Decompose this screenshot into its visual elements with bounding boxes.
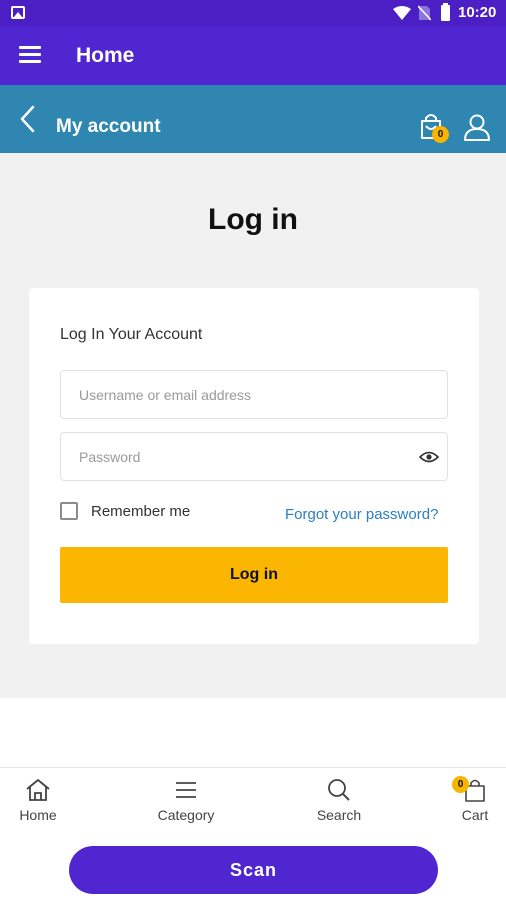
image-notification-icon <box>11 6 25 19</box>
nav-cart-badge: 0 <box>452 776 469 793</box>
status-time: 10:20 <box>458 4 497 21</box>
login-card: Log In Your Account Remember me Forgot y… <box>29 288 479 644</box>
login-card-heading: Log In Your Account <box>60 326 203 343</box>
nav-label-category: Category <box>157 807 215 823</box>
login-button[interactable]: Log in <box>60 547 448 603</box>
home-icon <box>26 779 50 801</box>
page-title: Log in <box>208 203 298 236</box>
app-bar-title: Home <box>76 44 135 67</box>
nav-item-search[interactable]: Search <box>308 778 370 823</box>
status-bar: 10:20 <box>0 0 506 26</box>
user-icon[interactable] <box>463 113 491 141</box>
nav-label-search: Search <box>316 807 362 823</box>
app-bar: Home <box>0 26 506 85</box>
search-icon <box>328 779 350 801</box>
password-input[interactable] <box>60 432 448 481</box>
account-header: My account 0 <box>0 85 506 153</box>
forgot-password-link[interactable]: Forgot your password? <box>285 506 438 523</box>
nav-item-home[interactable]: Home <box>8 778 68 823</box>
remember-me-label: Remember me <box>91 503 191 520</box>
battery-icon <box>441 3 450 21</box>
scan-button[interactable]: Scan <box>69 846 438 894</box>
page-header-title: My account <box>56 116 161 137</box>
hamburger-menu-icon[interactable] <box>19 46 41 64</box>
eye-icon[interactable] <box>419 451 439 463</box>
menu-lines-icon <box>176 782 196 798</box>
remember-me-checkbox[interactable] <box>60 502 78 520</box>
nav-label-cart: Cart <box>461 807 489 823</box>
no-sim-icon <box>418 5 431 21</box>
username-input[interactable] <box>60 370 448 419</box>
header-cart-badge: 0 <box>432 126 449 143</box>
nav-item-category[interactable]: Category <box>148 778 224 823</box>
header-cart-button[interactable]: 0 <box>418 112 449 143</box>
nav-label-home: Home <box>19 807 57 823</box>
wifi-icon <box>393 6 411 20</box>
nav-item-cart[interactable]: 0 Cart <box>450 776 500 823</box>
bottom-navigation: Home Category Search 0 Cart Scan <box>0 767 506 900</box>
back-arrow-icon[interactable] <box>17 104 41 134</box>
main-content: Log in Log In Your Account Remember me F… <box>0 153 506 698</box>
